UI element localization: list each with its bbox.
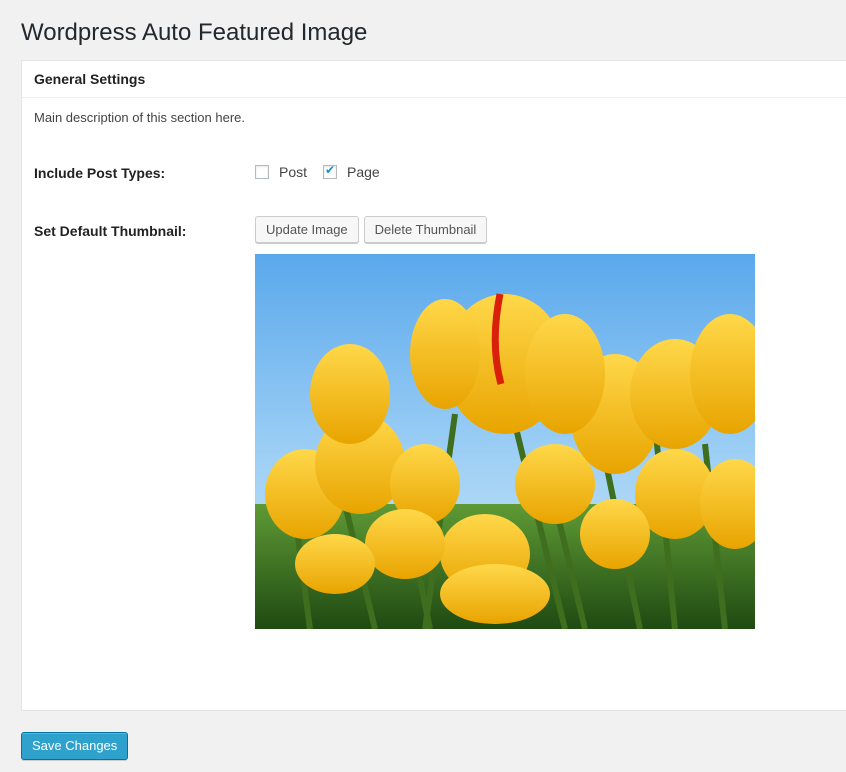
default-thumbnail-image	[255, 254, 755, 629]
section-description: Main description of this section here.	[34, 110, 245, 125]
page-checkbox-label[interactable]: Page	[347, 164, 380, 180]
settings-panel: General Settings Main description of thi…	[21, 60, 846, 711]
section-title: General Settings	[22, 61, 846, 98]
page-checkbox[interactable]	[323, 163, 338, 179]
update-image-button[interactable]: Update Image	[255, 216, 359, 243]
delete-thumbnail-button[interactable]: Delete Thumbnail	[363, 216, 488, 243]
post-checkbox[interactable]	[255, 165, 269, 179]
post-types-options: Post Page	[255, 163, 396, 180]
post-types-label: Include Post Types:	[34, 165, 166, 181]
tulips-illustration	[255, 254, 755, 629]
post-checkbox-label[interactable]: Post	[279, 164, 307, 180]
default-thumbnail-label: Set Default Thumbnail:	[34, 223, 187, 239]
save-changes-button[interactable]: Save Changes	[21, 732, 129, 760]
page-title: Wordpress Auto Featured Image	[21, 19, 368, 46]
thumbnail-actions: Update Image Delete Thumbnail	[255, 216, 488, 243]
